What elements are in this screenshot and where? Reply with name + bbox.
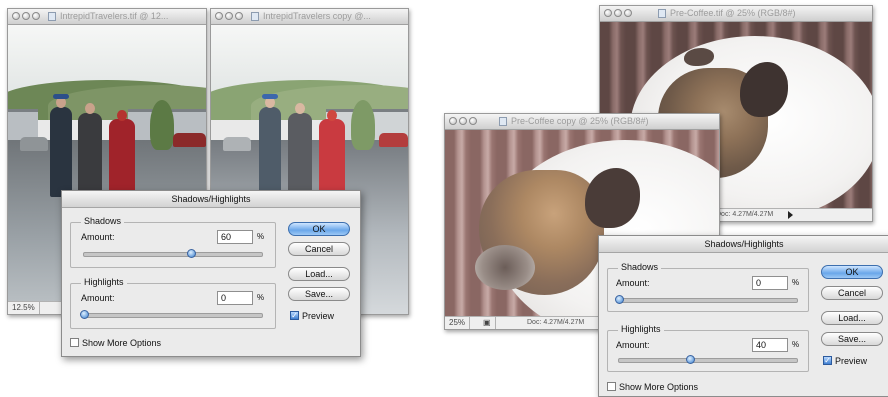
load-button[interactable]: Load... bbox=[821, 311, 883, 325]
preview-checkbox[interactable]: ✓ bbox=[290, 311, 299, 320]
title-bar[interactable]: Pre-Coffee copy @ 25% (RGB/8#) bbox=[445, 114, 719, 130]
close-button[interactable] bbox=[215, 12, 223, 20]
zoom-button[interactable] bbox=[32, 12, 40, 20]
window-controls bbox=[12, 12, 42, 22]
highlights-group: Highlights Amount: 0 % bbox=[70, 277, 276, 329]
shadows-slider-thumb[interactable] bbox=[615, 295, 624, 304]
zoom-button[interactable] bbox=[235, 12, 243, 20]
shadows-group: Shadows Amount: 0 % bbox=[607, 262, 809, 312]
highlights-amount-input[interactable]: 0 bbox=[217, 291, 253, 305]
window-controls bbox=[449, 117, 479, 127]
status-menu-arrow-icon[interactable] bbox=[788, 211, 793, 219]
shadows-slider-thumb[interactable] bbox=[186, 249, 196, 258]
document-size[interactable]: Doc: 4.27M/4.27M bbox=[716, 209, 773, 221]
shadows-percent-label: % bbox=[792, 278, 800, 287]
highlights-slider-thumb[interactable] bbox=[686, 355, 696, 364]
window-title: Pre-Coffee.tif @ 25% (RGB/8#) bbox=[670, 8, 796, 18]
highlights-amount-slider[interactable] bbox=[618, 355, 798, 364]
window-controls bbox=[215, 12, 245, 22]
shadows-amount-input[interactable]: 0 bbox=[752, 276, 788, 290]
shadows-amount-label: Amount: bbox=[81, 232, 115, 242]
document-icon bbox=[251, 12, 259, 21]
highlights-group: Highlights Amount: 40 % bbox=[607, 324, 809, 372]
preview-label: Preview bbox=[835, 356, 868, 366]
window-title: IntrepidTravelers.tif @ 12... bbox=[60, 11, 169, 21]
save-button[interactable]: Save... bbox=[821, 332, 883, 346]
document-icon bbox=[48, 12, 56, 21]
window-title: Pre-Coffee copy @ 25% (RGB/8#) bbox=[511, 116, 649, 126]
show-more-options-checkbox[interactable] bbox=[70, 338, 79, 347]
shadows-highlights-dialog: Shadows/Highlights Shadows Amount: 60 % … bbox=[61, 190, 361, 357]
minimize-button[interactable] bbox=[459, 117, 467, 125]
show-more-options-label: Show More Options bbox=[619, 382, 699, 392]
title-bar[interactable]: IntrepidTravelers copy @... bbox=[211, 9, 408, 25]
zoom-button[interactable] bbox=[624, 9, 632, 17]
zoom-level[interactable]: 25% bbox=[445, 317, 471, 329]
show-more-options-checkbox[interactable] bbox=[607, 382, 616, 391]
load-button[interactable]: Load... bbox=[288, 267, 350, 281]
minimize-button[interactable] bbox=[614, 9, 622, 17]
highlights-amount-slider[interactable] bbox=[80, 310, 263, 319]
document-size[interactable]: Doc: 4.27M/4.27M bbox=[527, 317, 584, 329]
highlights-percent-label: % bbox=[792, 340, 800, 349]
highlights-slider-thumb[interactable] bbox=[80, 310, 89, 319]
dialog-title[interactable]: Shadows/Highlights bbox=[599, 236, 888, 253]
preview-label: Preview bbox=[302, 311, 335, 321]
zoom-button[interactable] bbox=[469, 117, 477, 125]
document-icon bbox=[499, 117, 507, 126]
close-button[interactable] bbox=[604, 9, 612, 17]
shadows-percent-label: % bbox=[257, 232, 265, 241]
show-more-options-label: Show More Options bbox=[82, 338, 162, 348]
highlights-amount-input[interactable]: 40 bbox=[752, 338, 788, 352]
shadows-amount-slider[interactable] bbox=[615, 295, 798, 304]
cancel-button[interactable]: Cancel bbox=[821, 286, 883, 300]
title-bar[interactable]: IntrepidTravelers.tif @ 12... bbox=[8, 9, 206, 25]
status-icon[interactable]: ▣ bbox=[479, 317, 496, 329]
minimize-button[interactable] bbox=[225, 12, 233, 20]
shadows-label: Shadows bbox=[81, 216, 125, 226]
ok-button[interactable]: OK bbox=[821, 265, 883, 279]
shadows-amount-slider[interactable] bbox=[83, 249, 263, 258]
shadows-amount-input[interactable]: 60 bbox=[217, 230, 253, 244]
highlights-label: Highlights bbox=[618, 324, 664, 334]
close-button[interactable] bbox=[12, 12, 20, 20]
window-controls bbox=[604, 9, 634, 19]
close-button[interactable] bbox=[449, 117, 457, 125]
cancel-button[interactable]: Cancel bbox=[288, 242, 350, 256]
highlights-amount-label: Amount: bbox=[616, 340, 650, 350]
highlights-amount-label: Amount: bbox=[81, 293, 115, 303]
shadows-group: Shadows Amount: 60 % bbox=[70, 216, 276, 268]
document-icon bbox=[658, 9, 666, 18]
shadows-label: Shadows bbox=[618, 262, 662, 272]
save-button[interactable]: Save... bbox=[288, 287, 350, 301]
title-bar[interactable]: Pre-Coffee.tif @ 25% (RGB/8#) bbox=[600, 6, 872, 22]
shadows-highlights-dialog: Shadows/Highlights Shadows Amount: 0 % H… bbox=[598, 235, 888, 397]
highlights-percent-label: % bbox=[257, 293, 265, 302]
zoom-level[interactable]: 12.5% bbox=[8, 302, 40, 314]
dialog-title[interactable]: Shadows/Highlights bbox=[62, 191, 360, 208]
preview-checkbox[interactable]: ✓ bbox=[823, 356, 832, 365]
window-title: IntrepidTravelers copy @... bbox=[263, 11, 371, 21]
highlights-label: Highlights bbox=[81, 277, 127, 287]
shadows-amount-label: Amount: bbox=[616, 278, 650, 288]
ok-button[interactable]: OK bbox=[288, 222, 350, 236]
minimize-button[interactable] bbox=[22, 12, 30, 20]
